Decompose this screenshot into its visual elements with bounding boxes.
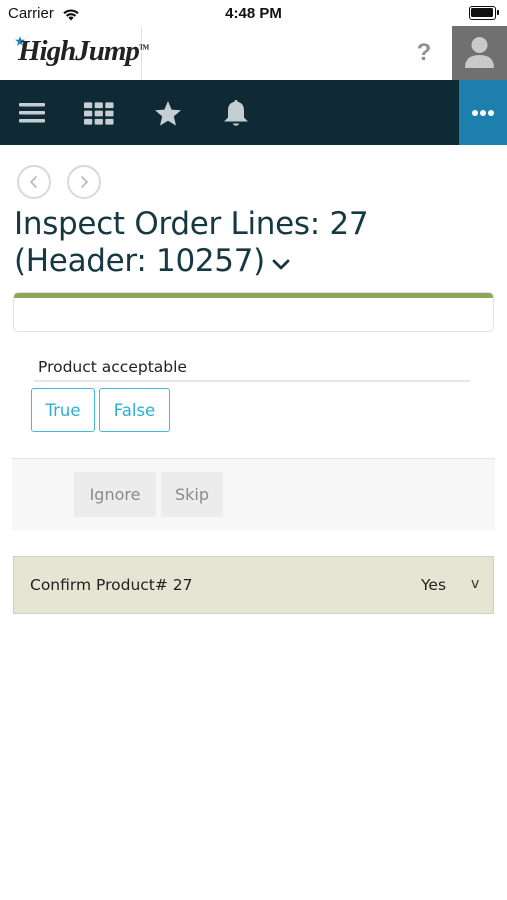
progress-fill (14, 293, 493, 298)
battery-icon (469, 6, 499, 20)
app-header: HighJumpTM ? (0, 26, 507, 80)
ignore-button[interactable]: Ignore (74, 472, 156, 517)
false-button[interactable]: False (99, 388, 170, 432)
divider (34, 380, 470, 382)
bell-icon[interactable] (221, 98, 251, 128)
logo-text: HighJump (18, 35, 140, 67)
question-label: Product acceptable (38, 358, 187, 376)
clock: 4:48 PM (225, 5, 282, 22)
page-title-text: Inspect Order Lines: 27 (Header: 10257) (14, 206, 369, 279)
chevron-right-icon (81, 176, 88, 188)
help-button[interactable]: ? (404, 36, 444, 70)
grid-icon[interactable] (84, 98, 114, 128)
menu-icon[interactable] (17, 98, 47, 128)
progress-bar (13, 292, 494, 332)
chevron-left-icon (30, 176, 37, 188)
star-icon[interactable] (153, 98, 183, 128)
confirm-label: Confirm Product# 27 (30, 576, 193, 594)
user-avatar-button[interactable] (452, 26, 507, 80)
confirm-row[interactable]: Confirm Product# 27 Yes v (13, 556, 494, 614)
logo-container[interactable]: HighJumpTM (0, 26, 149, 80)
forward-button[interactable] (67, 165, 101, 199)
logo-tm: TM (138, 43, 149, 52)
user-icon (465, 37, 494, 68)
nav-bar (0, 80, 507, 145)
more-icon (472, 109, 494, 116)
back-button[interactable] (17, 165, 51, 199)
expand-toggle[interactable]: v (471, 576, 479, 592)
chevron-down-icon[interactable] (271, 244, 291, 281)
page-title[interactable]: Inspect Order Lines: 27 (Header: 10257) (14, 206, 494, 281)
skip-button[interactable]: Skip (161, 472, 223, 517)
more-options-button[interactable] (459, 80, 507, 145)
confirm-value: Yes (421, 576, 447, 594)
true-button[interactable]: True (31, 388, 95, 432)
logo: HighJumpTM (18, 35, 149, 68)
status-bar: Carrier 4:48 PM (0, 0, 507, 26)
